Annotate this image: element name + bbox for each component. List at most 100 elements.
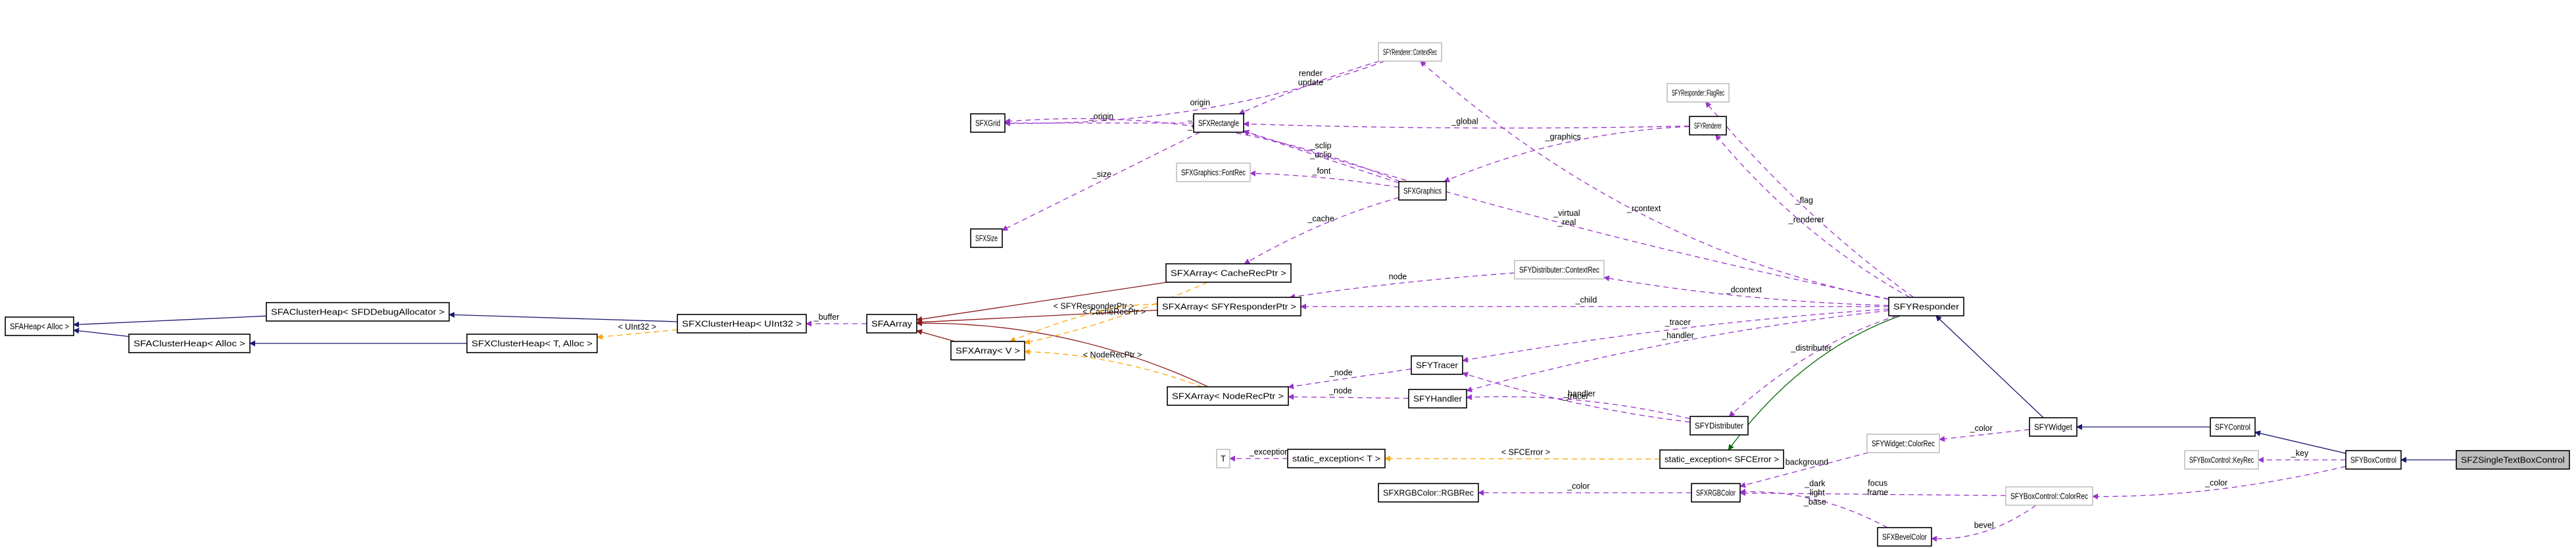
node-label: SFYTracer xyxy=(1416,361,1459,370)
class-node-sfxgraphics[interactable]: SFXGraphics xyxy=(1398,181,1447,201)
node-label: SFXArray< V > xyxy=(956,346,1020,356)
class-node-sfzsingle-text-box-control[interactable]: SFZSingleTextBoxControl xyxy=(2456,450,2570,470)
edge-label: origin xyxy=(1190,98,1211,107)
edge-label: _global xyxy=(1451,116,1478,126)
edge-sfyhandler-to-sfxarray-node xyxy=(1288,393,1409,400)
node-label: SFYHandler xyxy=(1413,394,1463,404)
node-label: SFAArray xyxy=(871,319,913,329)
class-node-t[interactable]: T xyxy=(1216,449,1230,468)
class-node-sfacluster-heap[interactable]: SFAClusterHeap< Alloc > xyxy=(128,334,251,353)
class-node-sfxsize[interactable]: SFXSize xyxy=(970,228,1003,248)
class-node-sfybox-control[interactable]: SFYBoxControl xyxy=(2345,450,2402,470)
class-node-renderer-ctx[interactable]: SFYRenderer::ContextRec xyxy=(1378,42,1442,62)
edge-label: frame xyxy=(1867,487,1888,497)
node-label: SFZSingleTextBoxControl xyxy=(2461,455,2565,465)
edge-label: < NodeRecPtr > xyxy=(1083,351,1142,360)
edge-sfxcluster-heap-u-to-sfacluster-heap-dbg xyxy=(449,312,678,322)
class-node-key-rec[interactable]: SFYBoxControl::KeyRec xyxy=(2184,450,2259,470)
class-node-font-rec[interactable]: SFXGraphics::FontRec xyxy=(1176,162,1251,182)
edge-label: _buffer xyxy=(814,312,840,322)
class-node-sfaheap[interactable]: SFAHeap< Alloc > xyxy=(5,316,74,336)
class-node-sfxbevel-color[interactable]: SFXBevelColor xyxy=(1877,527,1932,547)
class-node-box-color-rec[interactable]: SFYBoxControl::ColorRec xyxy=(2005,486,2093,506)
node-label: SFYWidget::ColorRec xyxy=(1872,439,1935,449)
edge-label: _dcontext xyxy=(1726,285,1762,294)
node-label: SFYResponder::FlagRec xyxy=(1672,88,1724,98)
node-label: SFXArray< CacheRecPtr > xyxy=(1171,268,1286,278)
edge-label: _color xyxy=(1567,482,1590,491)
edge-label: _sclip xyxy=(1310,141,1332,151)
class-node-static-ex-err[interactable]: static_exception< SFCError > xyxy=(1659,449,1784,469)
node-label: SFYDistributer::ContextRec xyxy=(1519,265,1599,275)
edge-label: _virtual xyxy=(1553,209,1580,218)
class-node-sfxarray-resp[interactable]: SFXArray< SFYResponderPtr > xyxy=(1157,297,1301,316)
class-node-sfxarray-cache[interactable]: SFXArray< CacheRecPtr > xyxy=(1165,263,1292,283)
class-node-sfyresponder[interactable]: SFYResponder xyxy=(1888,297,1964,316)
node-label: SFXArray< SFYResponderPtr > xyxy=(1162,302,1296,312)
edge-label: _rcontext xyxy=(1626,204,1661,213)
class-node-sfaarray[interactable]: SFAArray xyxy=(866,314,917,334)
class-node-sfywidget[interactable]: SFYWidget xyxy=(2029,417,2078,437)
node-label: SFAClusterHeap< SFDDebugAllocator > xyxy=(271,307,445,317)
edge-sfacluster-heap-to-sfaheap xyxy=(73,328,130,337)
class-node-sfyhandler[interactable]: SFYHandler xyxy=(1408,389,1467,409)
edge-label: _graphics xyxy=(1545,132,1581,141)
class-node-sfxrgbcolor[interactable]: SFXRGBColor xyxy=(1691,483,1741,503)
class-node-static-ex-t[interactable]: static_exception< T > xyxy=(1287,449,1386,468)
class-node-widget-color-rec[interactable]: SFYWidget::ColorRec xyxy=(1866,434,1940,453)
edge-label: _key xyxy=(2291,449,2309,458)
edge-label: _exception xyxy=(1249,447,1290,457)
edge-label: _origin xyxy=(1088,112,1114,121)
edge-label: _cache xyxy=(1307,214,1334,223)
edge-label: < UInt32 > xyxy=(618,322,656,332)
edge-label: focus xyxy=(1868,478,1887,487)
edge-label: node xyxy=(1389,272,1407,282)
node-label: SFXGraphics::FontRec xyxy=(1181,168,1246,178)
node-label: SFXArray< NodeRecPtr > xyxy=(1172,391,1284,401)
node-label: SFYRenderer xyxy=(1694,121,1722,131)
edge-label: _flag xyxy=(1795,195,1813,205)
node-label: SFYRenderer::ContextRec xyxy=(1383,47,1437,57)
edge-sfacluster-heap-dbg-to-sfaheap xyxy=(73,315,267,328)
class-node-sfxarray-v[interactable]: SFXArray< V > xyxy=(950,341,1025,361)
edge-label: background xyxy=(1786,458,1828,467)
edge-label: render xyxy=(1299,68,1323,78)
node-label: SFXRGBColor xyxy=(1696,488,1736,498)
class-node-sfycontrol[interactable]: SFYControl xyxy=(2210,417,2256,437)
node-label: SFAHeap< Alloc > xyxy=(10,322,69,332)
edge-sfydistributer-to-sfyhandler xyxy=(1466,394,1691,420)
edge-sfyresponder-to-renderer-ctx xyxy=(1420,61,1889,300)
node-label: SFXClusterHeap< T, Alloc > xyxy=(472,339,593,349)
class-node-sfxgrid[interactable]: SFXGrid xyxy=(970,113,1006,133)
edge-label: bevel xyxy=(1974,520,1994,530)
edge-label: _node xyxy=(1328,386,1352,395)
class-node-sfxcluster-heap-t[interactable]: SFXClusterHeap< T, Alloc > xyxy=(466,334,598,353)
edge-label: _uclip xyxy=(1309,151,1332,160)
class-node-sfxarray-node[interactable]: SFXArray< NodeRecPtr > xyxy=(1167,386,1289,406)
edge-label: _tracer xyxy=(1665,318,1691,327)
edge-label: _size xyxy=(1092,170,1111,179)
node-label: SFYControl xyxy=(2215,422,2250,432)
class-node-sfxrectangle[interactable]: SFXRectangle xyxy=(1193,113,1244,133)
node-label: SFYResponder xyxy=(1893,302,1960,312)
node-label: SFYDistributer xyxy=(1695,421,1744,431)
class-node-sfyrenderer[interactable]: SFYRenderer xyxy=(1689,116,1727,136)
class-node-sfytracer[interactable]: SFYTracer xyxy=(1411,355,1463,375)
edge-sfxgraphics-to-sfxarray-cache xyxy=(1244,197,1399,264)
class-node-flag-rec[interactable]: SFYResponder::FlagRec xyxy=(1666,83,1730,103)
class-node-sfydistributer[interactable]: SFYDistributer xyxy=(1689,416,1749,436)
edge-sfxarray-v-to-sfaarray xyxy=(916,329,956,342)
node-label: SFXSize xyxy=(975,234,998,243)
edge-label: _node xyxy=(1329,368,1353,378)
node-label: SFXBevelColor xyxy=(1882,532,1928,542)
node-label: SFYWidget xyxy=(2034,422,2072,432)
class-node-rgbrec[interactable]: SFXRGBColor::RGBRec xyxy=(1378,483,1479,503)
edge-label: update xyxy=(1298,78,1323,87)
edge-label: _handler xyxy=(1563,389,1595,398)
class-node-sfxcluster-heap-u[interactable]: SFXClusterHeap< UInt32 > xyxy=(677,314,807,334)
class-node-sfacluster-heap-dbg[interactable]: SFAClusterHeap< SFDDebugAllocator > xyxy=(266,302,450,322)
edge-label: _light xyxy=(1805,488,1825,497)
node-label: SFXRectangle xyxy=(1198,118,1239,128)
class-node-dist-ctx[interactable]: SFYDistributer::ContextRec xyxy=(1514,260,1605,280)
edge-sfxrectangle-to-sfxsize xyxy=(1002,132,1201,231)
